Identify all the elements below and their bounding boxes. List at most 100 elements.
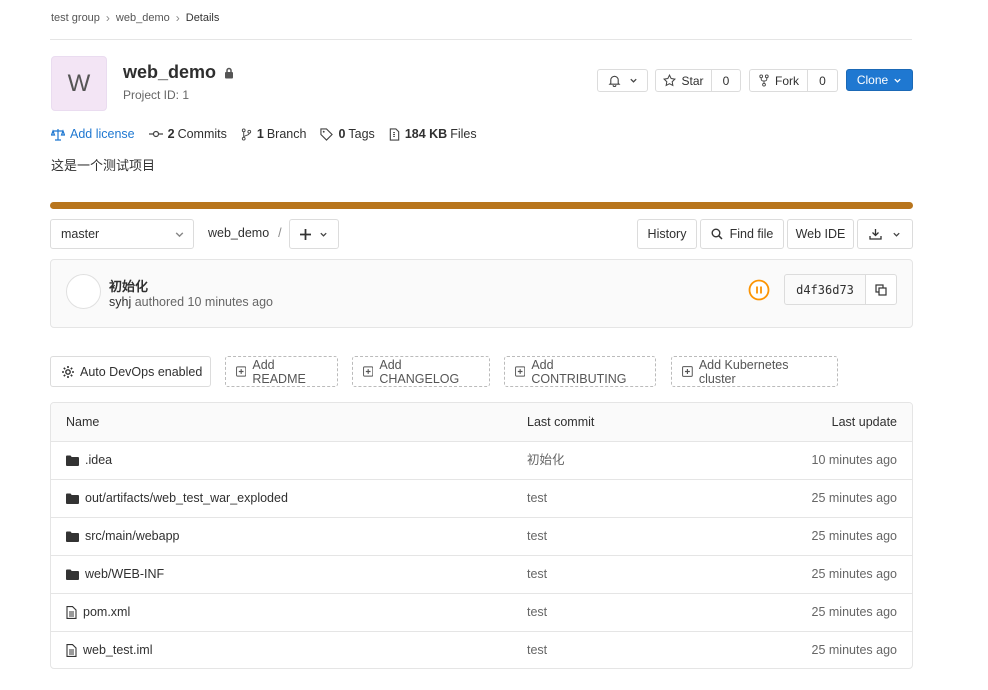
row-commit[interactable]: test xyxy=(527,517,547,555)
chevron-right-icon: › xyxy=(175,11,180,25)
avatar[interactable] xyxy=(66,274,101,309)
add-license-link[interactable]: Add license xyxy=(51,127,135,141)
row-commit[interactable]: test xyxy=(527,593,547,631)
clone-button[interactable]: Clone xyxy=(846,69,913,91)
commits-label: Commits xyxy=(177,127,227,141)
row-name-cell[interactable]: src/main/webapp xyxy=(66,517,180,555)
project-id: Project ID: 1 xyxy=(123,88,190,102)
star-group: Star 0 xyxy=(655,69,741,92)
row-date: 25 minutes ago xyxy=(811,643,897,657)
breadcrumb-project[interactable]: web_demo xyxy=(116,12,170,24)
add-readme-label: Add README xyxy=(252,357,306,386)
tags-link[interactable]: 0 Tags xyxy=(320,127,375,141)
table-row[interactable]: web_test.iml test 25 minutes ago xyxy=(51,631,912,668)
folder-icon xyxy=(66,493,79,504)
branch-select[interactable]: master xyxy=(50,219,194,249)
commit-time: authored 10 minutes ago xyxy=(134,295,274,309)
avatar-letter: W xyxy=(67,69,91,97)
commit-title[interactable]: 初始化 xyxy=(109,276,148,295)
project-description: 这是一个测试项目 xyxy=(51,158,156,173)
add-kubernetes-label: Add Kubernetes cluster xyxy=(698,357,789,386)
table-row[interactable]: pom.xml test 25 minutes ago xyxy=(51,593,912,632)
commit-meta: syhj authored 10 minutes ago xyxy=(109,295,273,309)
header-last-commit: Last commit xyxy=(527,415,595,429)
history-button[interactable]: History xyxy=(637,219,697,249)
copy-sha-button[interactable] xyxy=(865,274,897,305)
row-name: web/WEB-INF xyxy=(85,567,165,581)
row-name: web_test.iml xyxy=(83,643,153,657)
row-name-cell[interactable]: pom.xml xyxy=(66,593,130,631)
gear-icon xyxy=(62,365,74,378)
table-header: Name Last commit Last update xyxy=(51,403,912,442)
add-readme-button[interactable]: Add README xyxy=(225,356,338,387)
folder-icon xyxy=(66,531,79,542)
add-dropdown[interactable] xyxy=(289,219,339,249)
commits-link[interactable]: 2 Commits xyxy=(148,127,227,141)
row-name: .idea xyxy=(85,453,113,467)
license-label: Add license xyxy=(70,127,135,141)
row-commit[interactable]: test xyxy=(527,479,547,517)
download-icon xyxy=(869,229,882,240)
fork-icon xyxy=(759,74,769,87)
project-name: web_demo xyxy=(123,62,217,82)
branch-count: 1 xyxy=(256,127,264,141)
commit-sha[interactable]: d4f36d73 xyxy=(784,274,866,305)
row-name: src/main/webapp xyxy=(85,529,180,543)
row-name-cell[interactable]: web/WEB-INF xyxy=(66,555,164,593)
branch-select-value: master xyxy=(61,227,100,241)
add-contributing-button[interactable]: Add CONTRIBUTING xyxy=(504,356,656,387)
row-name: pom.xml xyxy=(83,605,131,619)
fork-group: Fork 0 xyxy=(749,69,838,92)
row-commit[interactable]: 初始化 xyxy=(527,441,565,479)
pipeline-paused-icon[interactable] xyxy=(748,279,770,301)
find-file-label: Find file xyxy=(729,227,774,241)
chevron-down-icon xyxy=(175,232,184,238)
add-kubernetes-button[interactable]: Add Kubernetes cluster xyxy=(671,356,838,387)
path-breadcrumb: web_demo / xyxy=(208,226,291,240)
web-ide-button[interactable]: Web IDE xyxy=(787,219,854,249)
folder-icon xyxy=(66,569,79,580)
table-row[interactable]: src/main/webapp test 25 minutes ago xyxy=(51,517,912,556)
find-file-button[interactable]: Find file xyxy=(700,219,784,249)
language-bar xyxy=(50,202,913,209)
path-separator: / xyxy=(278,226,282,240)
files-link[interactable]: 184 KB Files xyxy=(389,127,477,141)
header-name: Name xyxy=(66,415,100,429)
fork-button[interactable]: Fork xyxy=(749,69,808,92)
fork-label: Fork xyxy=(775,73,799,88)
plus-square-icon xyxy=(363,366,374,377)
row-name-cell[interactable]: .idea xyxy=(66,441,112,479)
row-date: 25 minutes ago xyxy=(811,567,897,581)
notification-dropdown[interactable] xyxy=(597,69,648,92)
row-name: out/artifacts/web_test_war_exploded xyxy=(85,491,288,505)
star-count[interactable]: 0 xyxy=(712,69,741,92)
row-commit[interactable]: test xyxy=(527,555,547,593)
file-archive-icon xyxy=(389,127,400,141)
branch-link[interactable]: 1 Branch xyxy=(241,127,306,141)
download-dropdown[interactable] xyxy=(857,219,913,249)
row-name-cell[interactable]: out/artifacts/web_test_war_exploded xyxy=(66,479,288,517)
divider xyxy=(50,39,912,40)
auto-devops-button[interactable]: Auto DevOps enabled xyxy=(50,356,211,387)
tag-icon xyxy=(320,127,334,141)
fork-count[interactable]: 0 xyxy=(808,69,838,92)
table-row[interactable]: web/WEB-INF test 25 minutes ago xyxy=(51,555,912,594)
breadcrumb-group[interactable]: test group xyxy=(51,12,100,24)
plus-icon xyxy=(300,228,311,240)
commit-author[interactable]: syhj xyxy=(109,295,131,309)
row-name-cell[interactable]: web_test.iml xyxy=(66,631,153,668)
row-date: 25 minutes ago xyxy=(811,605,897,619)
breadcrumb-current[interactable]: Details xyxy=(186,12,220,24)
add-changelog-button[interactable]: Add CHANGELOG xyxy=(352,356,490,387)
file-icon xyxy=(66,643,77,657)
plus-square-icon xyxy=(682,366,693,377)
star-button[interactable]: Star xyxy=(655,69,712,92)
table-row[interactable]: .idea 初始化 10 minutes ago xyxy=(51,441,912,480)
row-commit[interactable]: test xyxy=(527,631,547,668)
table-row[interactable]: out/artifacts/web_test_war_exploded test… xyxy=(51,479,912,518)
chevron-right-icon: › xyxy=(105,11,110,25)
star-label: Star xyxy=(681,73,704,88)
lock-icon xyxy=(225,67,234,78)
path-root-link[interactable]: web_demo xyxy=(208,226,269,240)
files-label: Files xyxy=(450,127,477,141)
